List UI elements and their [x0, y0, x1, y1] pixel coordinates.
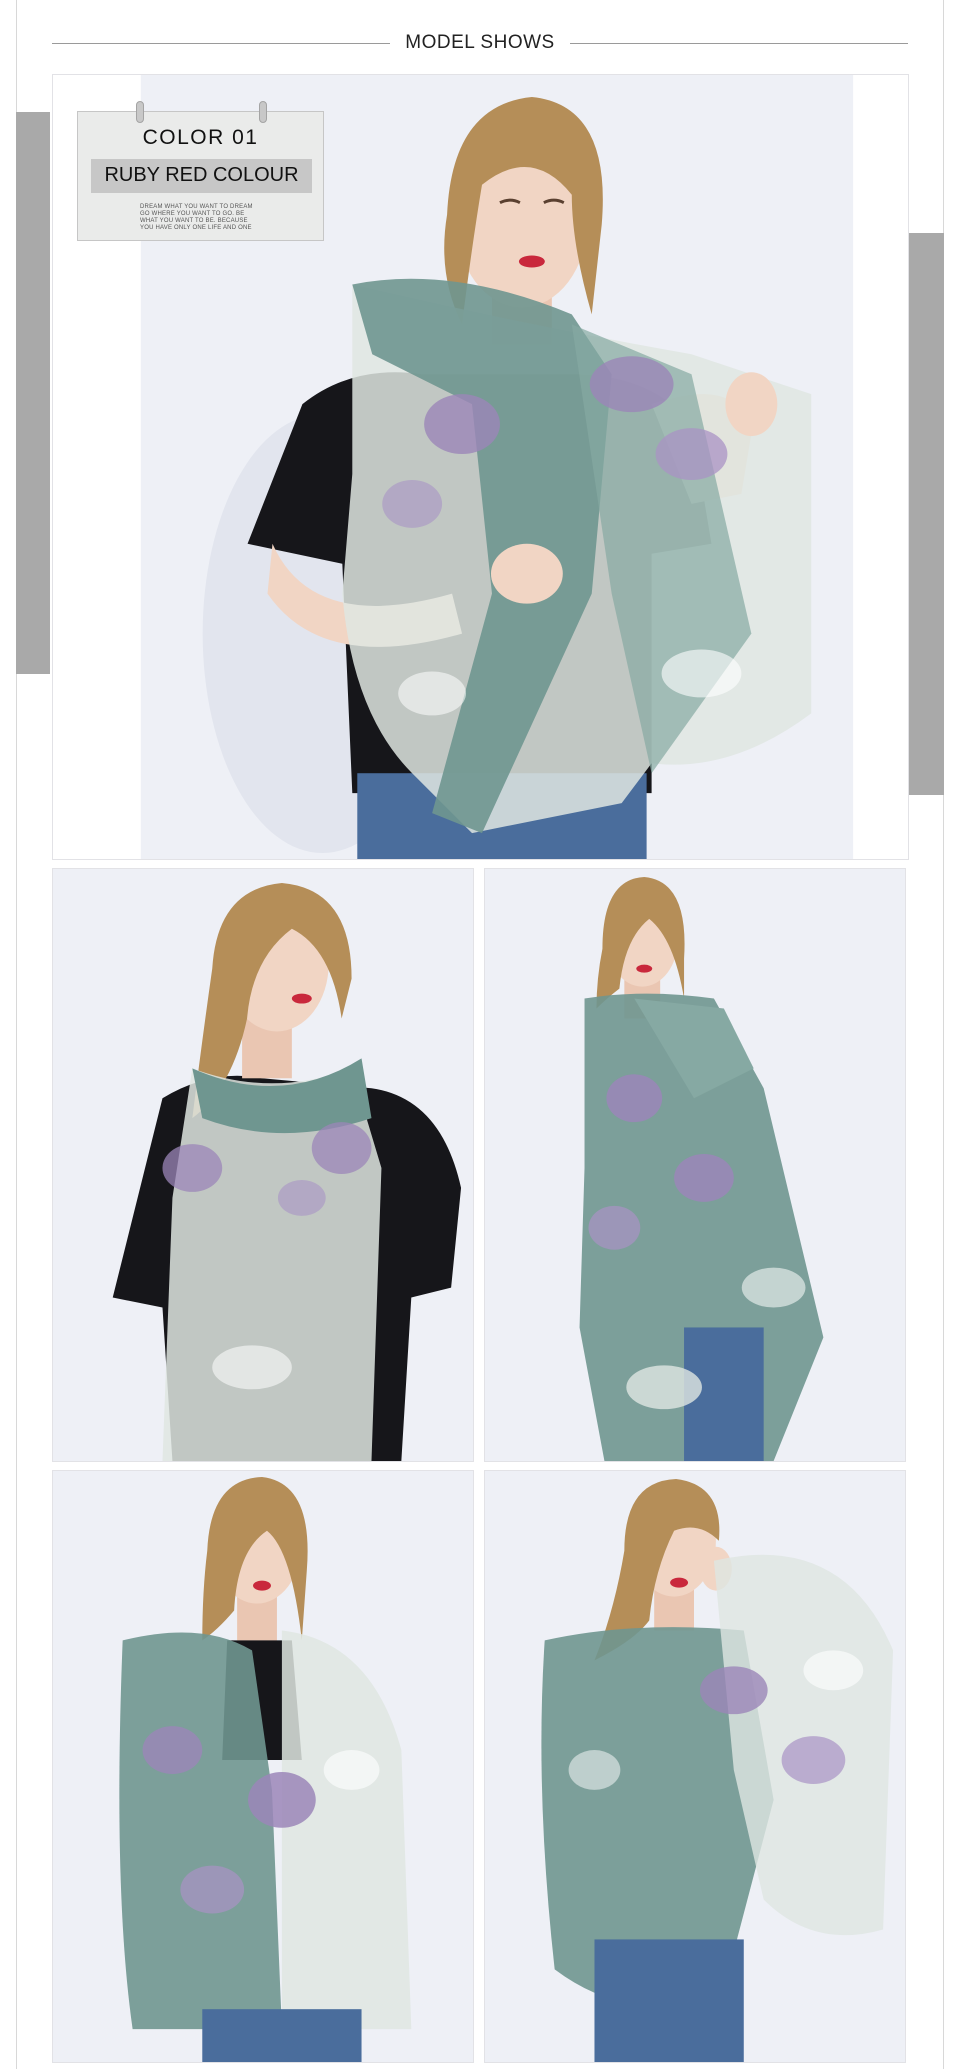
- tagline-line: YOU HAVE ONLY ONE LIFE AND ONE: [140, 225, 252, 231]
- photo-5-illustration: [485, 1471, 905, 2062]
- color-name-bar: RUBY RED COLOUR: [91, 159, 312, 193]
- section-header: MODEL SHOWS: [52, 26, 908, 60]
- tagline-line: WHAT YOU WANT TO BE. BECAUSE: [140, 218, 248, 224]
- photo-4-illustration: [53, 1471, 473, 2062]
- card-pin-right: [259, 101, 267, 123]
- model-photo-4: [52, 1470, 474, 2063]
- tagline-line: GO WHERE YOU WANT TO GO. BE: [140, 211, 245, 217]
- photo-3-illustration: [485, 869, 905, 1461]
- hero-model-photo: COLOR 01 RUBY RED COLOUR DREAM WHAT YOU …: [52, 74, 909, 860]
- color-code: COLOR 01: [142, 126, 259, 149]
- tagline-line: DREAM WHAT YOU WANT TO DREAM: [140, 204, 253, 210]
- model-photo-2: [52, 868, 474, 1462]
- model-photo-5: [484, 1470, 906, 2063]
- color-card: COLOR 01 RUBY RED COLOUR DREAM WHAT YOU …: [77, 101, 324, 241]
- decorative-band-left: [16, 112, 50, 674]
- card-pin-left: [136, 101, 144, 123]
- header-rule-right: [570, 43, 908, 44]
- decorative-band-right: [908, 233, 944, 795]
- model-photo-3: [484, 868, 906, 1462]
- color-card-tagline: DREAM WHAT YOU WANT TO DREAM GO WHERE YO…: [140, 204, 280, 232]
- photo-2-illustration: [53, 869, 473, 1461]
- color-name: RUBY RED COLOUR: [104, 164, 299, 186]
